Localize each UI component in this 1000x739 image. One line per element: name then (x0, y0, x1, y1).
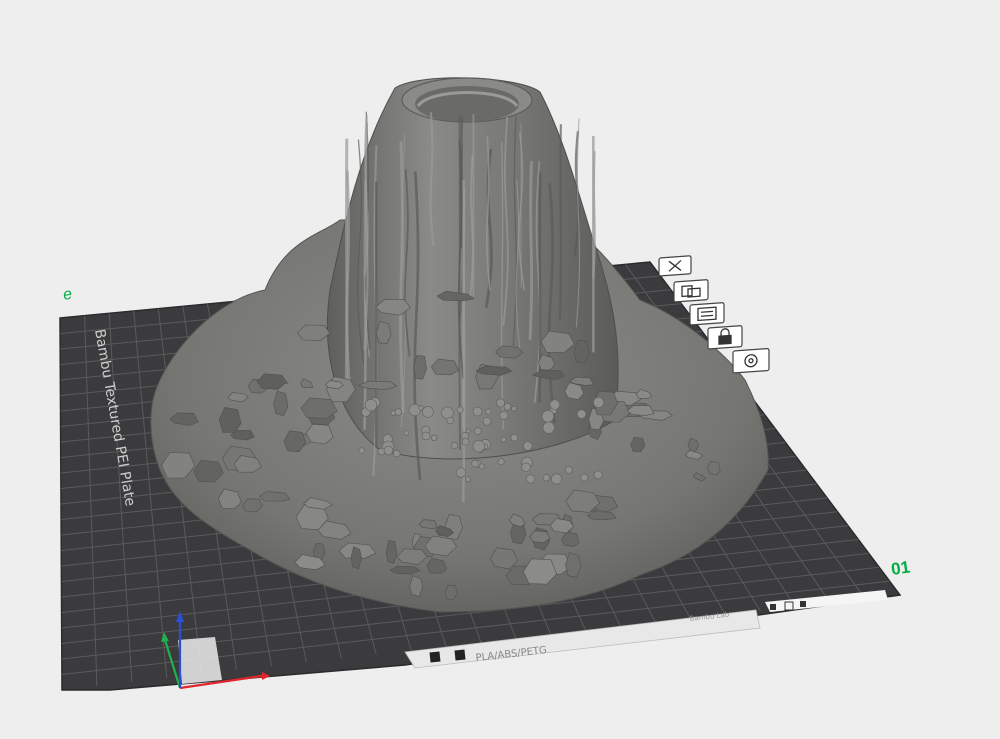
model-ridge (592, 151, 596, 279)
model-ridge (528, 161, 534, 341)
model-pebble (408, 403, 421, 416)
volcano-model[interactable] (150, 77, 769, 613)
origin-pad (178, 637, 222, 684)
auto-orient-icon[interactable] (689, 302, 725, 326)
model-pebble (593, 396, 605, 408)
model-rock (385, 540, 398, 564)
model-pebble (478, 463, 485, 470)
model-pebble (364, 399, 378, 412)
model-pebble (497, 458, 505, 466)
model-pebble (455, 467, 467, 478)
model-pebble (503, 403, 512, 411)
model-pebble (377, 447, 386, 456)
model-ridge (462, 187, 466, 503)
model-pebble (450, 442, 459, 450)
model-pebble (499, 410, 509, 420)
close-plate-icon[interactable] (658, 255, 692, 277)
model-pebble (421, 431, 431, 441)
model-pebble (472, 406, 483, 417)
model-pebble (358, 447, 365, 454)
model-pebble (526, 474, 536, 484)
model-pebble (564, 465, 573, 474)
model-pebble (576, 409, 587, 419)
model-pebble (485, 408, 492, 415)
model-ridge (558, 124, 563, 321)
model-pebble (500, 436, 507, 443)
model-pebble (403, 430, 410, 436)
model-pebble (441, 406, 454, 420)
model-pebble (393, 449, 401, 458)
model-pebble (464, 476, 471, 483)
lock-icon[interactable] (707, 325, 743, 350)
model-pebble (510, 433, 519, 442)
model-pebble (418, 405, 424, 411)
model-pebble (471, 459, 480, 468)
model-ridge (538, 172, 542, 404)
model-pebble (542, 474, 550, 482)
plate-corner-mark: e (62, 286, 74, 304)
arrange-icon[interactable] (673, 279, 709, 303)
model-pebble (542, 421, 555, 434)
model-pebble (456, 406, 464, 414)
model-pebble (473, 427, 482, 435)
model-pebble (593, 470, 603, 480)
3d-viewport[interactable]: PLA/ABS/PETG Bambu Lab Bambu Textured PE… (0, 0, 1000, 739)
model-pebble (521, 462, 531, 472)
model-pebble (549, 399, 560, 410)
model-pebble (446, 416, 454, 425)
model-pebble (465, 428, 471, 434)
model-pebble (482, 416, 492, 426)
model-pebble (511, 405, 517, 412)
model-pebble (472, 440, 485, 453)
model-pebble (394, 408, 402, 416)
model-pebble (461, 437, 470, 446)
model-pebble (541, 410, 555, 423)
model-pebble (523, 441, 533, 451)
model-pebble (551, 473, 563, 485)
plate-number: 01 (890, 558, 911, 579)
model-pebble (383, 445, 394, 456)
model-pebble (496, 398, 505, 408)
model-pebble (580, 473, 589, 482)
model-ridge (458, 116, 461, 451)
plate-settings-icon[interactable] (732, 348, 770, 374)
model-pebble (431, 434, 438, 441)
model-pebble (422, 406, 434, 418)
